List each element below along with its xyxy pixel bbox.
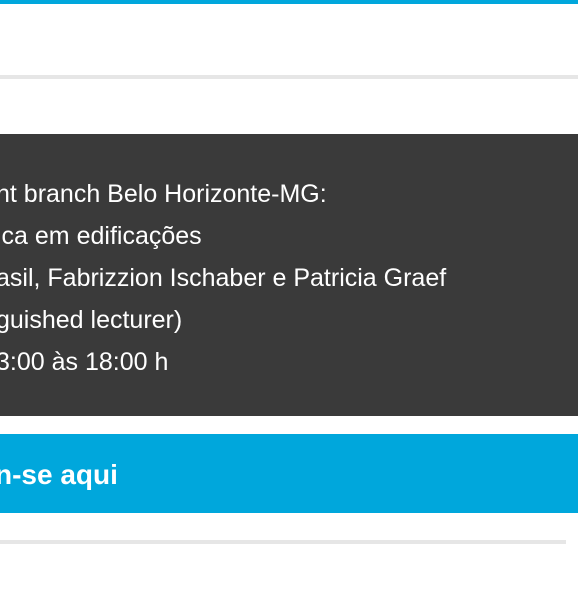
bottom-divider (0, 540, 566, 544)
event-speakers-line: asil, Fabrizzion Ischaber e Patricia Gra… (0, 264, 447, 292)
event-info-panel: nt branch Belo Horizonte-MG: ica em edif… (0, 134, 578, 416)
top-accent-bar (0, 0, 578, 4)
register-button[interactable]: n-se aqui (0, 434, 578, 513)
page: nt branch Belo Horizonte-MG: ica em edif… (0, 0, 578, 596)
event-branch-line: nt branch Belo Horizonte-MG: (0, 180, 327, 208)
section-divider (0, 75, 578, 79)
register-button-label: n-se aqui (0, 459, 118, 490)
event-lecturer-note-line: guished lecturer) (0, 306, 183, 334)
event-topic-line: ica em edificações (0, 222, 202, 250)
event-info-text: nt branch Belo Horizonte-MG: ica em edif… (0, 173, 446, 383)
event-time-line: 3:00 às 18:00 h (0, 348, 169, 376)
